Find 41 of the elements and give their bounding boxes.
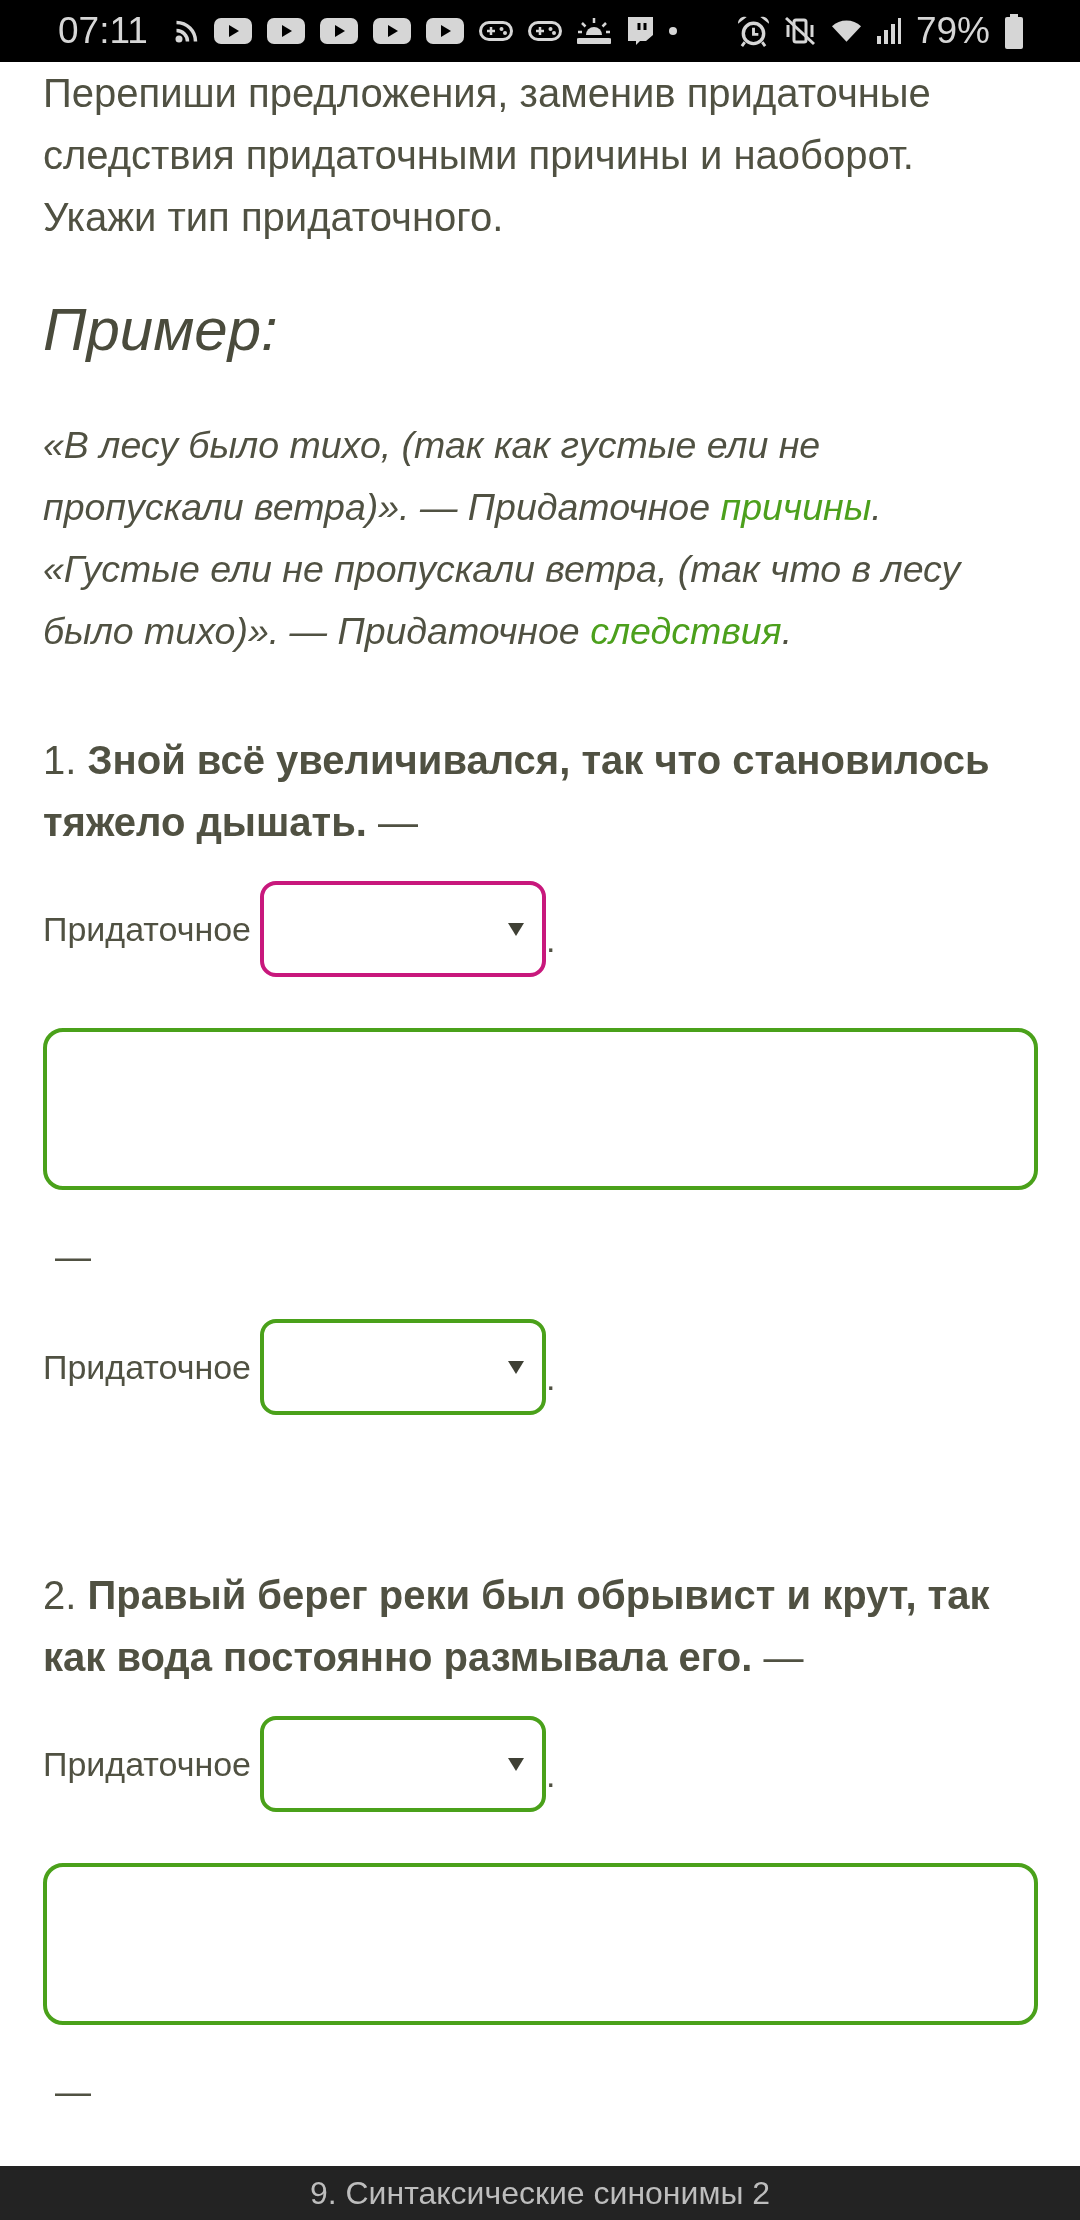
instructions-text: Перепиши предложения, заменив придаточные следствия придаточными причины и наоборот. Укажи тип придаточного.: [43, 70, 932, 241]
video-play-icon: [425, 18, 464, 44]
period-text: .: [546, 1358, 556, 1398]
chat-bubble-icon: [625, 16, 654, 46]
task-sentence: 1. Зной всё увеличивался, так что становилось тяжело дышать. —: [43, 737, 991, 846]
battery-icon: [1005, 13, 1023, 49]
example-sentence: «Густые ели не пропускали ветра, (так что в лесу было тихо)». — Придаточное следствия.: [43, 547, 963, 654]
clause-label: Придаточное: [43, 909, 251, 949]
clause-label: Придаточное: [43, 1744, 251, 1784]
period-text: .: [546, 1755, 556, 1795]
video-play-icon: [372, 18, 411, 44]
vibrate-off-icon: [783, 16, 816, 46]
clause-type-dropdown[interactable]: [260, 1716, 546, 1812]
weather-icon: [576, 17, 611, 45]
caret-icon: [508, 922, 524, 936]
rss-icon: [174, 19, 199, 43]
example-heading: Пример:: [43, 295, 279, 365]
clause-type-dropdown[interactable]: [260, 1319, 546, 1415]
signal-icon: [876, 18, 901, 44]
task-sentence: 2. Правый берег реки был обрывист и крут, так как вода постоянно размывала его. —: [43, 1572, 991, 1681]
caret-icon: [508, 1757, 524, 1771]
alarm-clock-icon: [737, 15, 769, 47]
answer-box[interactable]: [43, 1028, 1038, 1190]
caret-icon: [508, 1360, 524, 1374]
wifi-icon: [830, 18, 862, 44]
gamepad-icon: [478, 20, 513, 42]
dash-text: —: [55, 1236, 91, 1277]
battery-percent: 79%: [915, 10, 990, 52]
answer-box[interactable]: [43, 1863, 1038, 2025]
gamepad-icon: [527, 20, 562, 42]
dash-text: —: [55, 2071, 91, 2112]
video-play-icon: [213, 18, 252, 44]
clause-label: Придаточное: [43, 1347, 251, 1387]
period-text: .: [546, 920, 556, 960]
dot-icon: [668, 27, 677, 35]
clause-type-dropdown[interactable]: [260, 881, 546, 977]
status-time: 07:11: [58, 10, 148, 52]
video-play-icon: [266, 18, 305, 44]
video-play-icon: [319, 18, 358, 44]
chapter-title: 9. Синтаксические синонимы 2: [309, 2174, 771, 2212]
example-sentence: «В лесу было тихо, (так как густые ели не пропускали ветра)». — Придаточное причины.: [43, 423, 883, 530]
